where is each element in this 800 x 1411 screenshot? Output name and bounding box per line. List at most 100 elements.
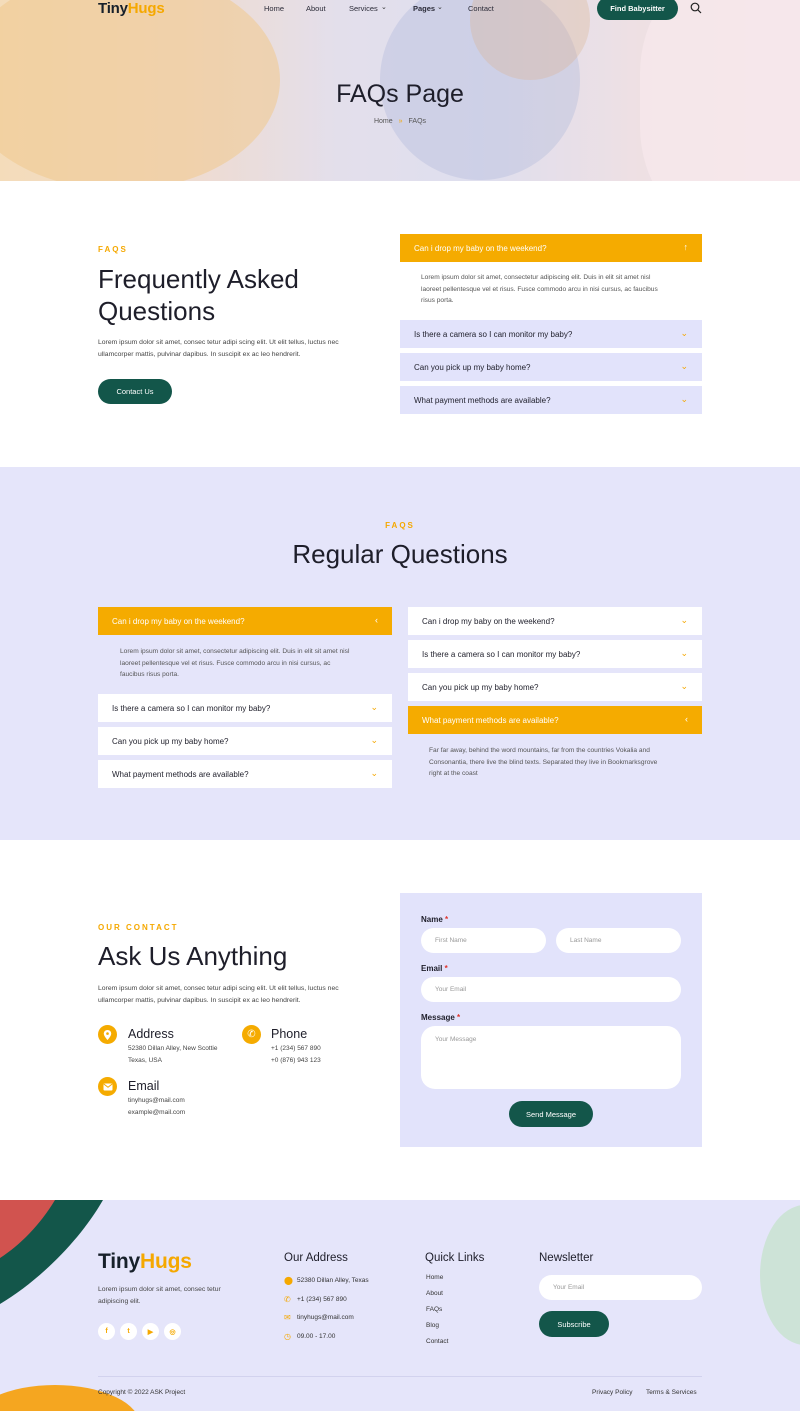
footer-address-title: Our Address xyxy=(284,1252,348,1264)
faq-item-1-header[interactable]: Can i drop my baby on the weekend? ↑ xyxy=(400,234,702,262)
send-message-button[interactable]: Send Message xyxy=(509,1101,593,1127)
phone-line2: +0 (876) 943 123 xyxy=(271,1057,321,1064)
faq-item-1-answer-line2: laoreet pellentesque vel et risus. Fusce… xyxy=(421,285,658,293)
regular-right-4-answer-line3: right at the coast xyxy=(429,770,478,777)
regular-left-1-header[interactable]: Can i drop my baby on the weekend? ‹ xyxy=(98,607,392,635)
last-name-input[interactable]: Last Name xyxy=(556,928,681,953)
terms-link[interactable]: Terms & Services xyxy=(646,1389,697,1396)
facebook-icon[interactable]: f xyxy=(98,1323,115,1340)
youtube-icon[interactable]: ▶ xyxy=(142,1323,159,1340)
first-name-input[interactable]: First Name xyxy=(421,928,546,953)
instagram-icon[interactable]: ◎ xyxy=(164,1323,181,1340)
phone-icon: ✆ xyxy=(242,1025,261,1044)
regular-left-4-header[interactable]: What payment methods are available? ⌄ xyxy=(98,760,392,788)
regular-left-1-answer-line3: faucibus risus porta. xyxy=(120,671,180,678)
email-line1[interactable]: tinyhugs@mail.com xyxy=(128,1095,185,1107)
page-title: FAQs Page xyxy=(336,80,464,108)
regular-left-3-question: Can you pick up my baby home? xyxy=(112,736,229,746)
footer-divider xyxy=(98,1376,702,1377)
find-babysitter-button[interactable]: Find Babysitter xyxy=(597,0,678,20)
faq-item-1-answer-line1: Lorem ipsum dolor sit amet, consectetur … xyxy=(421,274,651,281)
email-label: Email * xyxy=(421,964,448,973)
footer-logo[interactable]: TinyHugs xyxy=(98,1250,192,1274)
faq-intro-text: Lorem ipsum dolor sit amet, consec tetur… xyxy=(98,337,368,361)
phone-text: +1 (234) 567 890 +0 (876) 943 123 xyxy=(271,1043,321,1067)
nav-services[interactable]: Services xyxy=(349,4,378,13)
email-line2[interactable]: example@mail.com xyxy=(128,1107,185,1119)
regular-right-2-header[interactable]: Is there a camera so I can monitor my ba… xyxy=(408,640,702,668)
contact-text-line1: Lorem ipsum dolor sit amet, consec tetur… xyxy=(98,985,339,992)
contact-text-line2: ullamcorper mattis, pulvinar dapibus. In… xyxy=(98,997,301,1004)
clock-icon: ◷ xyxy=(284,1332,291,1341)
footer-link-home[interactable]: Home xyxy=(426,1274,443,1281)
footer-link-faqs[interactable]: FAQs xyxy=(426,1306,442,1313)
nav-about[interactable]: About xyxy=(306,4,326,13)
nav-pages[interactable]: Pages xyxy=(413,4,435,13)
footer-about: Lorem ipsum dolor sit amet, consec tetur… xyxy=(98,1284,248,1308)
name-label-text: Name xyxy=(421,915,443,924)
regular-right-4-header[interactable]: What payment methods are available? ‹ xyxy=(408,706,702,734)
chevron-left-icon: ‹ xyxy=(685,714,688,724)
footer-link-contact[interactable]: Contact xyxy=(426,1338,448,1345)
faq-heading-line1: Frequently Asked xyxy=(98,264,299,294)
chevron-down-icon: ⌄ xyxy=(370,768,378,778)
faq-item-3-header[interactable]: Can you pick up my baby home? ⌄ xyxy=(400,353,702,381)
faq-item-2-header[interactable]: Is there a camera so I can monitor my ba… xyxy=(400,320,702,348)
faq-item-4-question: What payment methods are available? xyxy=(414,395,551,405)
faq-intro-line2: ullamcorper mattis, pulvinar dapibus. In… xyxy=(98,351,301,358)
breadcrumb-separator-icon: » xyxy=(398,118,403,125)
footer-address: 52380 Dillan Alley, Texas xyxy=(297,1277,369,1284)
chevron-down-icon: ⌄ xyxy=(370,735,378,745)
email-input[interactable]: Your Email xyxy=(421,977,681,1002)
regular-eyebrow: FAQS xyxy=(385,521,415,530)
regular-left-1-answer-line1: Lorem ipsum dolor sit amet, consectetur … xyxy=(120,648,350,655)
newsletter-email-input[interactable]: Your Email xyxy=(539,1275,702,1300)
footer-about-line2: adipiscing elit. xyxy=(98,1298,141,1305)
copyright: Copyright © 2022 ASK Project xyxy=(98,1389,186,1396)
required-mark: * xyxy=(457,1013,461,1022)
footer-link-blog[interactable]: Blog xyxy=(426,1322,439,1329)
footer-about-line1: Lorem ipsum dolor sit amet, consec tetur xyxy=(98,1286,221,1293)
footer-logo-part2: Hugs xyxy=(140,1250,192,1273)
chevron-left-icon: ‹ xyxy=(375,615,378,625)
message-label-text: Message xyxy=(421,1013,455,1022)
regular-left-1-question: Can i drop my baby on the weekend? xyxy=(112,616,245,626)
regular-right-4-answer: Far far away, behind the word mountains,… xyxy=(429,745,691,780)
regular-right-4-question: What payment methods are available? xyxy=(422,715,559,725)
site-logo[interactable]: TinyHugs xyxy=(98,0,165,17)
footer-link-about[interactable]: About xyxy=(426,1290,443,1297)
search-icon[interactable] xyxy=(690,2,702,14)
name-label: Name * xyxy=(421,915,448,924)
regular-right-1-question: Can i drop my baby on the weekend? xyxy=(422,616,555,626)
message-textarea[interactable]: Your Message xyxy=(421,1026,681,1089)
phone-line1: +1 (234) 567 890 xyxy=(271,1045,321,1052)
privacy-policy-link[interactable]: Privacy Policy xyxy=(592,1389,632,1396)
regular-left-2-header[interactable]: Is there a camera so I can monitor my ba… xyxy=(98,694,392,722)
breadcrumb-home[interactable]: Home xyxy=(374,118,393,125)
regular-right-1-header[interactable]: Can i drop my baby on the weekend? ⌄ xyxy=(408,607,702,635)
nav-home[interactable]: Home xyxy=(264,4,284,13)
footer-email[interactable]: tinyhugs@mail.com xyxy=(297,1314,354,1321)
regular-left-3-header[interactable]: Can you pick up my baby home? ⌄ xyxy=(98,727,392,755)
footer-decor-shape xyxy=(0,1200,103,1304)
regular-left-1-answer: Lorem ipsum dolor sit amet, consectetur … xyxy=(120,646,382,681)
contact-heading: Ask Us Anything xyxy=(98,941,288,971)
footer-decor-blob xyxy=(760,1205,800,1345)
regular-right-3-header[interactable]: Can you pick up my baby home? ⌄ xyxy=(408,673,702,701)
contact-us-button[interactable]: Contact Us xyxy=(98,379,172,404)
twitter-icon[interactable]: t xyxy=(120,1323,137,1340)
faq-intro-line1: Lorem ipsum dolor sit amet, consec tetur… xyxy=(98,339,339,346)
subscribe-button[interactable]: Subscribe xyxy=(539,1311,609,1337)
breadcrumb-current: FAQs xyxy=(408,118,427,125)
regular-left-2-question: Is there a camera so I can monitor my ba… xyxy=(112,703,271,713)
footer-hours: 09.00 - 17.00 xyxy=(297,1333,336,1340)
message-label: Message * xyxy=(421,1013,460,1022)
faq-item-4-header[interactable]: What payment methods are available? ⌄ xyxy=(400,386,702,414)
email-label-text: Email xyxy=(421,964,443,973)
chevron-down-icon: ⌄ xyxy=(370,702,378,712)
nav-contact[interactable]: Contact xyxy=(468,4,494,13)
chevron-down-icon: ⌄ xyxy=(680,615,688,625)
chevron-down-icon: ⌄ xyxy=(680,681,688,691)
email-title: Email xyxy=(128,1079,160,1093)
footer: TinyHugs Lorem ipsum dolor sit amet, con… xyxy=(0,1200,800,1411)
